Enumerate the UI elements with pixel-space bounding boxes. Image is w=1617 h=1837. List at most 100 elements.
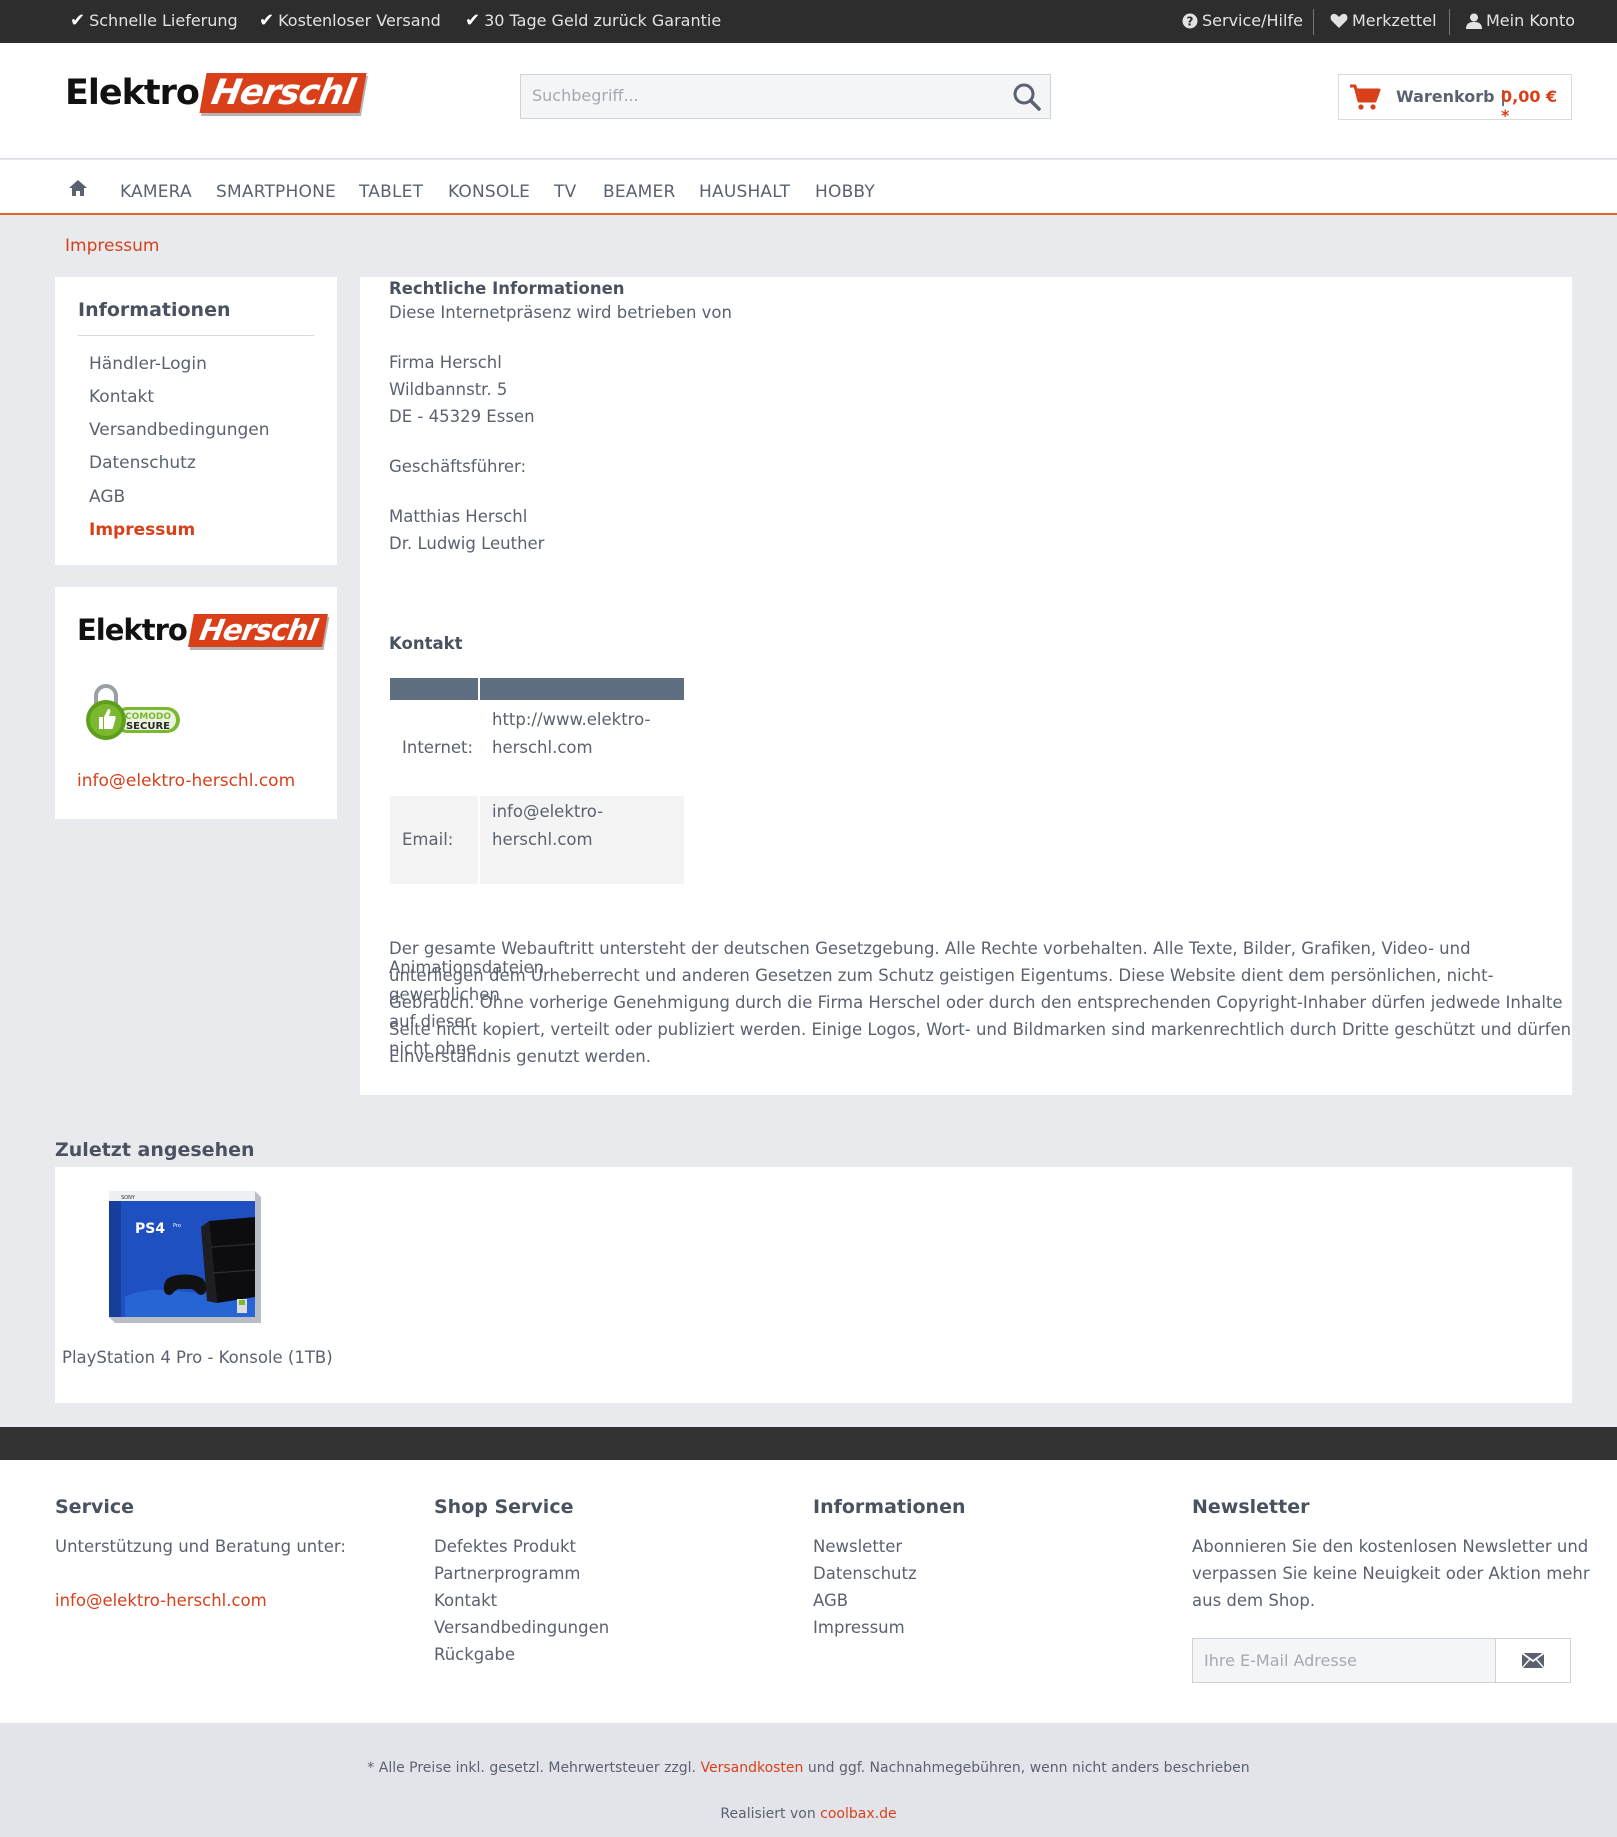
sidebar-item-impressum[interactable]: Impressum <box>89 520 195 540</box>
table-cell-internet[interactable]: herschl.com <box>492 738 593 757</box>
cart-icon <box>1350 84 1381 110</box>
sidebar-item-haendler-login[interactable]: Händler-Login <box>89 354 207 374</box>
service-help-link[interactable]: ? Service/Hilfe <box>1182 11 1303 30</box>
usp-fast-delivery: ✔ Schnelle Lieferung <box>70 11 238 30</box>
seal-text-secure: SECURE <box>126 721 170 732</box>
company-street: Wildbannstr. 5 <box>389 380 508 399</box>
box-variant-text: Pro <box>173 1223 181 1229</box>
footer-link-kontakt[interactable]: Kontakt <box>434 1591 497 1610</box>
agency-link[interactable]: coolbax.de <box>820 1806 896 1822</box>
logo-text-elektro: Elektro <box>77 613 188 647</box>
footer-info-title: Informationen <box>813 1496 966 1518</box>
nav-item-beamer[interactable]: BEAMER <box>603 182 675 202</box>
nav-item-konsole[interactable]: KONSOLE <box>448 182 530 202</box>
footer-link-versandbedingungen[interactable]: Versandbedingungen <box>434 1618 609 1637</box>
main-navigation: KAMERA SMARTPHONE TABLET KONSOLE TV BEAM… <box>0 160 1617 215</box>
check-icon: ✔ <box>70 9 86 31</box>
check-icon: ✔ <box>259 9 275 31</box>
comodo-secure-seal: COMODO SECURE <box>86 684 180 740</box>
sidebar-item-agb[interactable]: AGB <box>89 487 125 507</box>
contact-heading: Kontakt <box>389 634 463 653</box>
nav-item-tv[interactable]: TV <box>554 182 576 202</box>
divider <box>78 335 314 336</box>
cart-label: Warenkorb | <box>1396 87 1506 106</box>
shop-logo[interactable]: Elektro Herschl <box>65 73 367 113</box>
box-logo-text: PS4 <box>135 1221 165 1237</box>
footer-link-rueckgabe[interactable]: Rückgabe <box>434 1645 515 1664</box>
account-label: Mein Konto <box>1486 11 1576 30</box>
newsletter-email-input[interactable]: Ihre E-Mail Adresse <box>1192 1638 1571 1683</box>
nav-item-hobby[interactable]: HOBBY <box>815 182 875 202</box>
ceo-label: Geschäftsführer: <box>389 457 527 476</box>
realized-by: Realisiert von coolbax.de <box>0 1806 1617 1822</box>
box-brand-text: SONY <box>121 1195 136 1201</box>
search-icon[interactable] <box>1012 82 1042 112</box>
account-link[interactable]: Mein Konto <box>1466 11 1575 30</box>
footer-link-defektes-produkt[interactable]: Defektes Produkt <box>434 1537 576 1556</box>
footer-link-agb[interactable]: AGB <box>813 1591 848 1610</box>
product-name[interactable]: PlayStation 4 Pro - Konsole (1TB) <box>62 1348 333 1367</box>
service-help-label: Service/Hilfe <box>1202 11 1303 30</box>
user-icon <box>1466 13 1482 29</box>
content-intro: Diese Internetpräsenz wird betrieben von <box>389 303 732 322</box>
ceo-name: Matthias Herschl <box>389 507 528 526</box>
table-cell-label: Internet: <box>402 738 474 757</box>
footer-link-partnerprogramm[interactable]: Partnerprogramm <box>434 1564 580 1583</box>
cart-button[interactable]: Warenkorb | 0,00 € * <box>1338 74 1572 125</box>
search-placeholder: Suchbegriff... <box>532 86 639 105</box>
vat-notice-text: und ggf. Nachnahmegebühren, wenn nicht a… <box>807 1760 1250 1776</box>
product-image-ps4-pro[interactable]: SONY PS4 Pro <box>105 1187 265 1325</box>
table-header-cell <box>480 678 684 700</box>
usp-label: 30 Tage Geld zurück Garantie <box>484 11 722 30</box>
sidebar-item-kontakt[interactable]: Kontakt <box>89 387 154 407</box>
sidebar-logo: Elektro Herschl <box>77 613 328 647</box>
content-heading: Rechtliche Informationen <box>389 279 625 298</box>
newsletter-text: aus dem Shop. <box>1192 1591 1316 1610</box>
sidebar-item-versandbedingungen[interactable]: Versandbedingungen <box>89 420 270 440</box>
table-cell-internet[interactable]: http://www.elektro- <box>492 710 650 729</box>
table-cell-email[interactable]: herschl.com <box>492 830 593 849</box>
logo-text-elektro: Elektro <box>65 73 200 113</box>
footer-service-email[interactable]: info@elektro-herschl.com <box>55 1591 267 1610</box>
check-icon: ✔ <box>465 9 481 31</box>
sidebar-item-datenschutz[interactable]: Datenschutz <box>89 453 196 473</box>
heart-icon <box>1330 13 1348 28</box>
home-icon[interactable] <box>69 180 87 196</box>
breadcrumb[interactable]: Impressum <box>65 236 160 256</box>
newsletter-submit-button[interactable] <box>1495 1639 1570 1682</box>
nav-item-kamera[interactable]: KAMERA <box>120 182 192 202</box>
usp-free-shipping: ✔ Kostenloser Versand <box>259 11 441 30</box>
footer-link-datenschutz[interactable]: Datenschutz <box>813 1564 917 1583</box>
envelope-icon <box>1522 1653 1544 1668</box>
nav-item-tablet[interactable]: TABLET <box>359 182 423 202</box>
footer-link-newsletter[interactable]: Newsletter <box>813 1537 902 1556</box>
vat-notice-text: * Alle Preise inkl. gesetzl. Mehrwertste… <box>367 1760 697 1776</box>
usp-label: Schnelle Lieferung <box>89 11 238 30</box>
nav-item-smartphone[interactable]: SMARTPHONE <box>216 182 336 202</box>
search-input[interactable]: Suchbegriff... <box>520 74 1051 119</box>
newsletter-text: Abonnieren Sie den kostenlosen Newslette… <box>1192 1537 1589 1556</box>
sidebar-title: Informationen <box>78 299 231 321</box>
sidebar-email-link[interactable]: info@elektro-herschl.com <box>77 771 295 791</box>
top-bar: ✔ Schnelle Lieferung ✔ Kostenloser Versand… <box>0 0 1617 43</box>
footer-newsletter-title: Newsletter <box>1192 1496 1310 1518</box>
wishlist-link[interactable]: Merkzettel <box>1330 11 1437 30</box>
table-cell-email[interactable]: info@elektro- <box>492 802 603 821</box>
newsletter-text: verpassen Sie keine Neuigkeit oder Aktio… <box>1192 1564 1590 1583</box>
cart-price: 0,00 € * <box>1501 87 1558 125</box>
company-city: DE - 45329 Essen <box>389 407 535 426</box>
table-cell-label: Email: <box>402 830 454 849</box>
wishlist-label: Merkzettel <box>1352 11 1437 30</box>
vat-notice: * Alle Preise inkl. gesetzl. Mehrwertste… <box>0 1760 1617 1776</box>
footer-link-impressum[interactable]: Impressum <box>813 1618 905 1637</box>
header: Elektro Herschl Suchbegriff... Warenkorb… <box>0 43 1617 159</box>
question-circle-icon: ? <box>1182 13 1198 28</box>
last-viewed-title: Zuletzt angesehen <box>55 1139 255 1161</box>
nav-item-haushalt[interactable]: HAUSHALT <box>699 182 790 202</box>
realized-by-text: Realisiert von <box>720 1806 816 1822</box>
legal-text-line: Einverständnis genutzt werden. <box>389 1047 652 1066</box>
company-name: Firma Herschl <box>389 353 502 372</box>
shipping-costs-link[interactable]: Versandkosten <box>700 1760 803 1776</box>
usp-label: Kostenloser Versand <box>278 11 441 30</box>
impressum-content: Rechtliche Informationen Diese Internetp… <box>360 277 1572 1095</box>
